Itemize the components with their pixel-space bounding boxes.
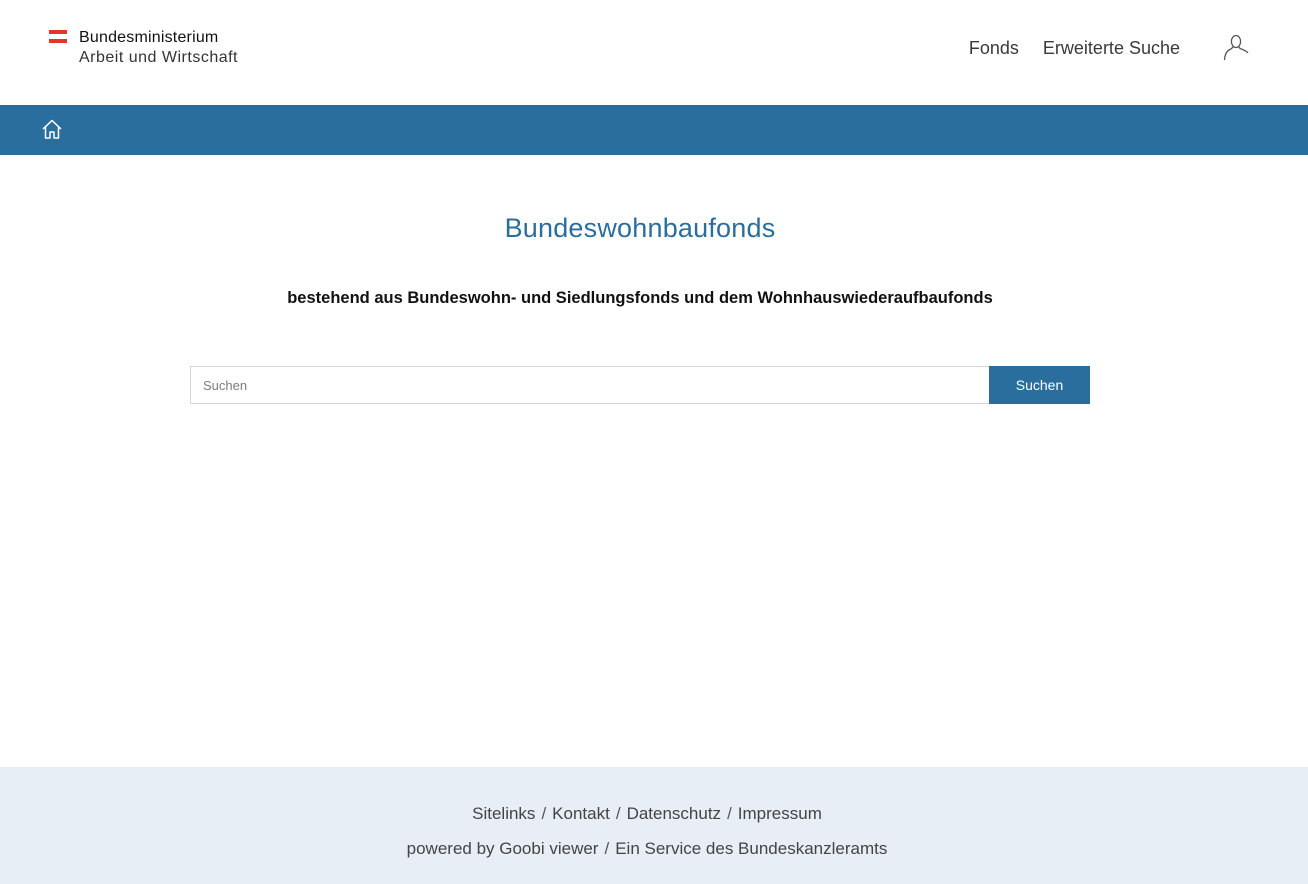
search-form: Suchen [190,366,1090,404]
ministry-logo[interactable]: Bundesministerium Arbeit und Wirtschaft [49,28,238,68]
footer-link-sitelinks[interactable]: Sitelinks [472,804,535,823]
footer-links: Sitelinks / Kontakt / Datenschutz / Impressum [0,804,1294,824]
search-button[interactable]: Suchen [989,366,1090,404]
nav-advanced-search[interactable]: Erweiterte Suche [1043,38,1180,59]
footer-link-bundeskanzleramt[interactable]: Ein Service des Bundeskanzleramts [615,839,887,858]
user-icon[interactable] [1222,33,1250,63]
nav-fonds[interactable]: Fonds [969,38,1019,59]
page-subtitle: bestehend aus Bundeswohn- und Siedlungsf… [287,289,993,307]
footer-credits: powered by Goobi viewer / Ein Service des … [0,839,1294,859]
main-navigation: Fonds Erweiterte Suche [945,0,1308,96]
footer-link-impressum[interactable]: Impressum [738,804,822,823]
austrian-flag-icon [49,30,67,43]
footer-link-kontakt[interactable]: Kontakt [552,804,610,823]
footer-link-goobi[interactable]: powered by Goobi viewer [407,839,599,858]
footer-separator: / [727,804,732,823]
footer-link-datenschutz[interactable]: Datenschutz [627,804,722,823]
site-footer: Sitelinks / Kontakt / Datenschutz / Impressum … [0,767,1308,884]
site-header: Bundesministerium Arbeit und Wirtschaft … [0,0,1308,105]
search-input[interactable] [190,366,989,404]
footer-separator: / [615,804,621,823]
main-content: Bundeswohnbaufonds bestehend aus Bundesw… [0,155,1308,767]
home-icon[interactable] [41,118,63,140]
logo-text: Bundesministerium Arbeit und Wirtschaft [79,28,238,68]
page-title: Bundeswohnbaufonds [504,213,776,243]
footer-separator: / [604,839,610,858]
breadcrumb-bar [0,105,1308,155]
logo-line2: Arbeit und Wirtschaft [79,49,238,66]
footer-separator: / [541,804,547,823]
logo-line1: Bundesministerium [79,29,219,46]
